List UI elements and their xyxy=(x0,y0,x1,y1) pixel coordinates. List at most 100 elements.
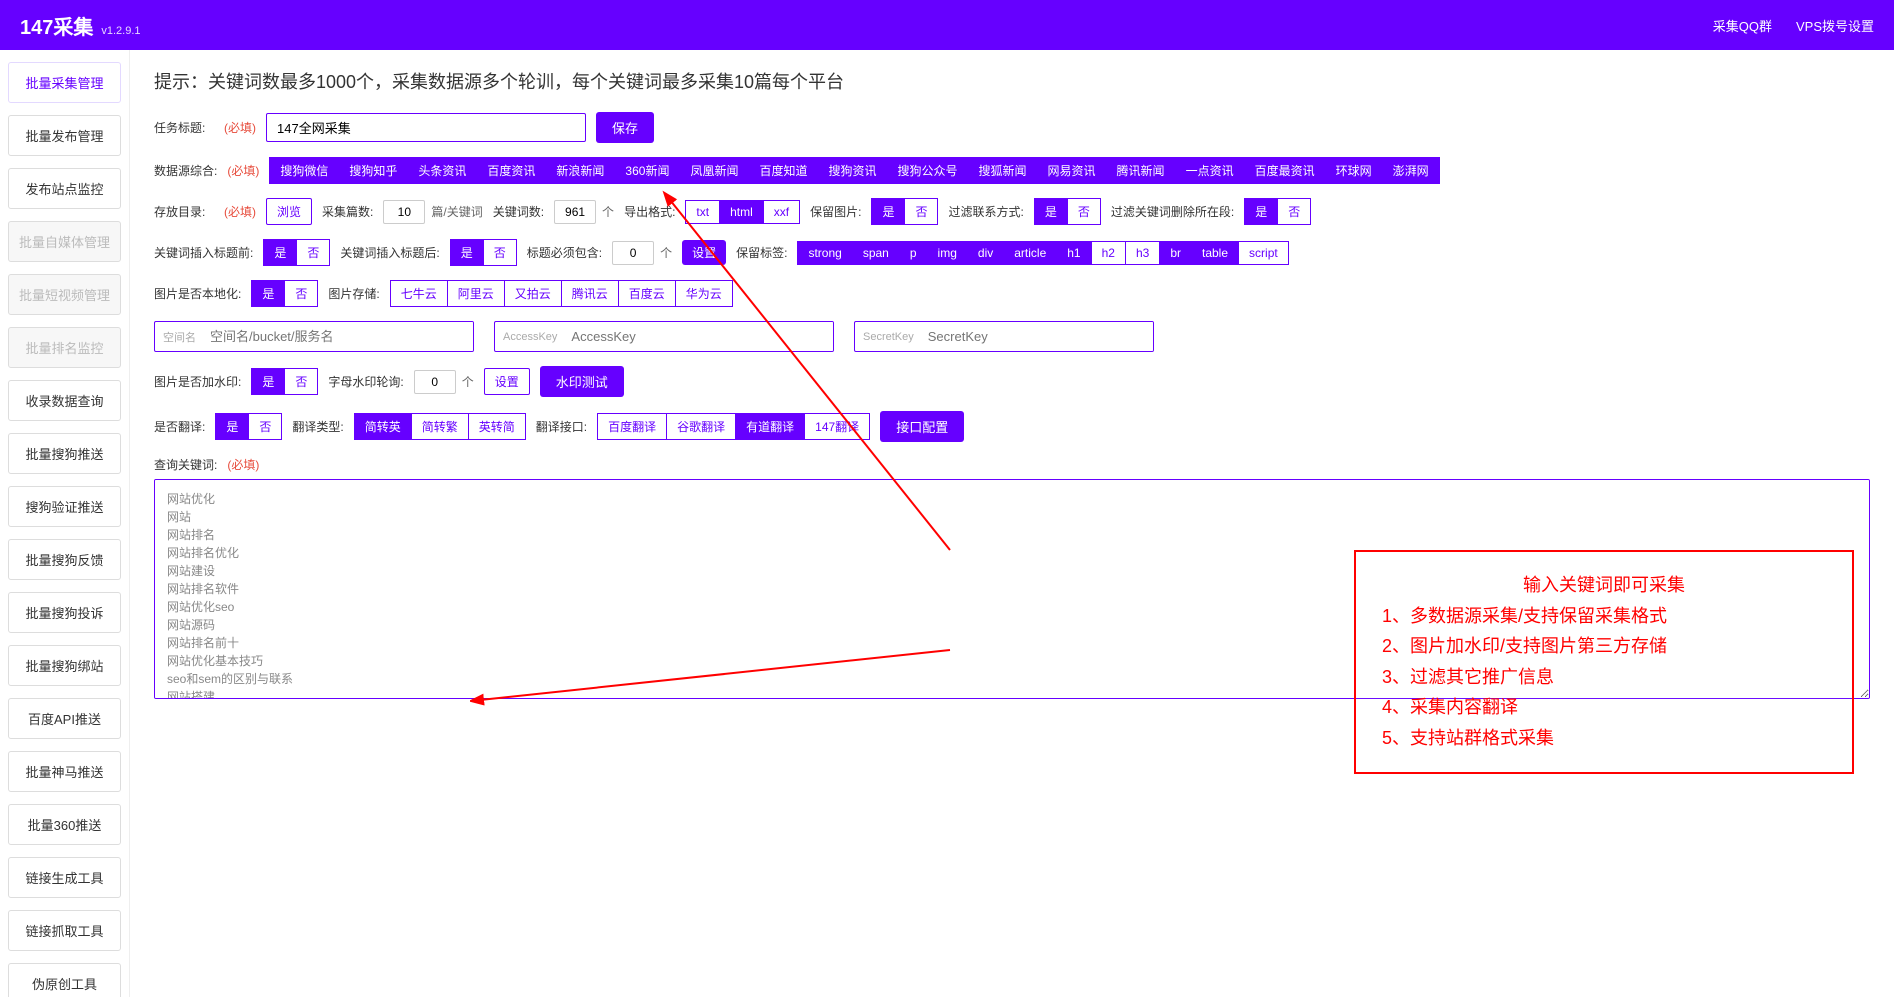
wm-set-button[interactable]: 设置 xyxy=(484,368,530,395)
keep-tag-div[interactable]: div xyxy=(967,241,1004,265)
export-format-2[interactable]: xxf xyxy=(763,200,800,224)
kw-after-no[interactable]: 否 xyxy=(483,239,517,266)
translate-type-1[interactable]: 简转繁 xyxy=(411,413,469,440)
img-store-5[interactable]: 华为云 xyxy=(675,280,733,307)
img-store-1[interactable]: 阿里云 xyxy=(447,280,505,307)
sidebar-item-17[interactable]: 伪原创工具 xyxy=(8,963,121,997)
title-contain-input[interactable] xyxy=(612,241,654,265)
source-tag-8[interactable]: 搜狗资讯 xyxy=(817,157,887,184)
space-name-input[interactable] xyxy=(204,322,473,351)
source-tag-13[interactable]: 一点资讯 xyxy=(1175,157,1245,184)
source-tag-10[interactable]: 搜狐新闻 xyxy=(968,157,1038,184)
collect-count-suffix: 篇/关键词 xyxy=(431,203,482,220)
access-key-input[interactable] xyxy=(565,322,833,351)
sidebar-item-2[interactable]: 发布站点监控 xyxy=(8,168,121,209)
sidebar-item-15[interactable]: 链接生成工具 xyxy=(8,857,121,898)
source-tag-12[interactable]: 腾讯新闻 xyxy=(1106,157,1176,184)
translate-yes[interactable]: 是 xyxy=(215,413,249,440)
sidebar-item-1[interactable]: 批量发布管理 xyxy=(8,115,121,156)
keep-image-no[interactable]: 否 xyxy=(904,198,938,225)
kw-before-no[interactable]: 否 xyxy=(296,239,330,266)
translate-no[interactable]: 否 xyxy=(248,413,282,440)
source-tag-3[interactable]: 百度资讯 xyxy=(476,157,546,184)
sidebar-item-11[interactable]: 批量搜狗绑站 xyxy=(8,645,121,686)
sidebar-item-7[interactable]: 批量搜狗推送 xyxy=(8,433,121,474)
secret-key-input[interactable] xyxy=(922,322,1153,351)
img-store-3[interactable]: 腾讯云 xyxy=(561,280,619,307)
source-tag-6[interactable]: 凤凰新闻 xyxy=(679,157,749,184)
kw-after-yes[interactable]: 是 xyxy=(450,239,484,266)
kw-insert-before-label: 关键词插入标题前: xyxy=(154,244,253,261)
img-store-4[interactable]: 百度云 xyxy=(618,280,676,307)
sidebar-item-14[interactable]: 批量360推送 xyxy=(8,804,121,845)
filter-kw-delete-yes[interactable]: 是 xyxy=(1244,198,1278,225)
kw-before-yes[interactable]: 是 xyxy=(263,239,297,266)
translate-type-0[interactable]: 简转英 xyxy=(354,413,412,440)
sidebar-item-16[interactable]: 链接抓取工具 xyxy=(8,910,121,951)
sidebar-item-10[interactable]: 批量搜狗投诉 xyxy=(8,592,121,633)
keep-tag-h3[interactable]: h3 xyxy=(1125,241,1160,265)
task-title-input[interactable] xyxy=(266,113,586,142)
source-tag-16[interactable]: 澎湃网 xyxy=(1382,157,1440,184)
keep-tag-article[interactable]: article xyxy=(1003,241,1057,265)
collect-count-input[interactable] xyxy=(383,200,425,224)
source-tag-5[interactable]: 360新闻 xyxy=(614,157,680,184)
sidebar-item-12[interactable]: 百度API推送 xyxy=(8,698,121,739)
browse-button[interactable]: 浏览 xyxy=(266,198,312,225)
translate-type-2[interactable]: 英转简 xyxy=(468,413,526,440)
sidebar-item-6[interactable]: 收录数据查询 xyxy=(8,380,121,421)
keep-tag-strong[interactable]: strong xyxy=(797,241,852,265)
translate-api-label: 翻译接口: xyxy=(536,418,587,435)
source-tag-14[interactable]: 百度最资讯 xyxy=(1244,157,1326,184)
keep-tag-br[interactable]: br xyxy=(1159,241,1192,265)
sidebar-item-0[interactable]: 批量采集管理 xyxy=(8,62,121,103)
translate-api-1[interactable]: 谷歌翻译 xyxy=(666,413,736,440)
filter-contact-no[interactable]: 否 xyxy=(1067,198,1101,225)
link-qq-group[interactable]: 采集QQ群 xyxy=(1713,16,1772,35)
main-panel: 提示：关键词数最多1000个，采集数据源多个轮训，每个关键词最多采集10篇每个平… xyxy=(130,50,1894,997)
wm-test-button[interactable]: 水印测试 xyxy=(540,366,624,397)
export-format-0[interactable]: txt xyxy=(685,200,720,224)
source-tag-4[interactable]: 新浪新闻 xyxy=(545,157,615,184)
source-tag-15[interactable]: 环球网 xyxy=(1325,157,1383,184)
export-format-1[interactable]: html xyxy=(719,200,764,224)
img-store-2[interactable]: 又拍云 xyxy=(504,280,562,307)
filter-contact-yes[interactable]: 是 xyxy=(1034,198,1068,225)
space-name-field: 空间名 xyxy=(154,321,474,352)
keep-tag-table[interactable]: table xyxy=(1191,241,1239,265)
keep-tag-span[interactable]: span xyxy=(852,241,900,265)
img-local-no[interactable]: 否 xyxy=(284,280,318,307)
sidebar-item-3: 批量自媒体管理 xyxy=(8,221,121,262)
sidebar-item-13[interactable]: 批量神马推送 xyxy=(8,751,121,792)
img-local-label: 图片是否本地化: xyxy=(154,285,241,302)
keep-tag-script[interactable]: script xyxy=(1238,241,1289,265)
api-config-button[interactable]: 接口配置 xyxy=(880,411,964,442)
keyword-count-input[interactable] xyxy=(554,200,596,224)
title-set-button[interactable]: 设置 xyxy=(682,240,726,265)
img-local-yes[interactable]: 是 xyxy=(251,280,285,307)
source-tag-2[interactable]: 头条资讯 xyxy=(407,157,477,184)
translate-api-0[interactable]: 百度翻译 xyxy=(597,413,667,440)
watermark-yes[interactable]: 是 xyxy=(251,368,285,395)
keep-tag-h1[interactable]: h1 xyxy=(1056,241,1091,265)
sidebar-item-9[interactable]: 批量搜狗反馈 xyxy=(8,539,121,580)
source-tag-7[interactable]: 百度知道 xyxy=(748,157,818,184)
filter-kw-delete-no[interactable]: 否 xyxy=(1277,198,1311,225)
source-tag-11[interactable]: 网易资讯 xyxy=(1037,157,1107,184)
keep-tag-img[interactable]: img xyxy=(927,241,968,265)
watermark-no[interactable]: 否 xyxy=(284,368,318,395)
sidebar-item-8[interactable]: 搜狗验证推送 xyxy=(8,486,121,527)
source-tag-0[interactable]: 搜狗微信 xyxy=(269,157,339,184)
img-store-0[interactable]: 七牛云 xyxy=(390,280,448,307)
translate-api-3[interactable]: 147翻译 xyxy=(804,413,870,440)
source-tag-1[interactable]: 搜狗知乎 xyxy=(338,157,408,184)
keep-image-yes[interactable]: 是 xyxy=(871,198,905,225)
source-tag-9[interactable]: 搜狗公众号 xyxy=(887,157,969,184)
letter-wm-input[interactable] xyxy=(414,370,456,394)
translate-api-2[interactable]: 有道翻译 xyxy=(735,413,805,440)
keep-tag-h2[interactable]: h2 xyxy=(1091,241,1126,265)
save-button[interactable]: 保存 xyxy=(596,112,654,143)
keywords-textarea[interactable] xyxy=(154,479,1870,699)
link-vps-dial[interactable]: VPS拨号设置 xyxy=(1796,16,1874,35)
keep-tag-p[interactable]: p xyxy=(899,241,928,265)
